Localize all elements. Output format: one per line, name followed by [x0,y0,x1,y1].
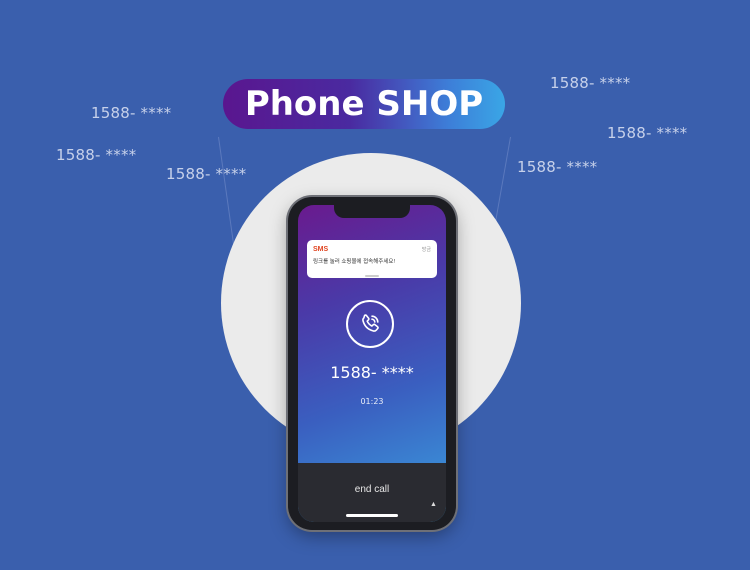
floating-number-4: 1588- **** [550,74,631,92]
call-bottom-bar: end call ▲ [298,463,446,522]
phone-notch [334,205,410,218]
end-call-button[interactable]: end call [298,484,446,495]
phone-device: SMS 방금 링크를 눌러 쇼핑몰에 접속해주세요! 1588- **** 01… [288,197,456,530]
chevron-up-icon[interactable]: ▲ [430,501,437,508]
sms-notification[interactable]: SMS 방금 링크를 눌러 쇼핑몰에 접속해주세요! [307,240,437,278]
floating-number-2: 1588- **** [56,146,137,164]
floating-number-6: 1588- **** [517,158,598,176]
sms-message: 링크를 눌러 쇼핑몰에 접속해주세요! [313,259,396,265]
phone-call-icon [346,300,394,348]
floating-number-1: 1588- **** [91,104,172,122]
call-number: 1588- **** [330,363,414,382]
call-timer: 01:23 [360,397,384,406]
banner-title: Phone SHOP [223,79,505,129]
sms-time: 방금 [421,247,431,253]
phone-screen: SMS 방금 링크를 눌러 쇼핑몰에 접속해주세요! 1588- **** 01… [298,205,446,522]
home-indicator[interactable] [346,514,398,517]
sms-title: SMS [313,246,329,253]
connector-line-left [218,136,235,246]
floating-number-3: 1588- **** [166,165,247,183]
notification-handle [365,275,379,277]
floating-number-5: 1588- **** [607,124,688,142]
connector-line-right [493,136,511,231]
